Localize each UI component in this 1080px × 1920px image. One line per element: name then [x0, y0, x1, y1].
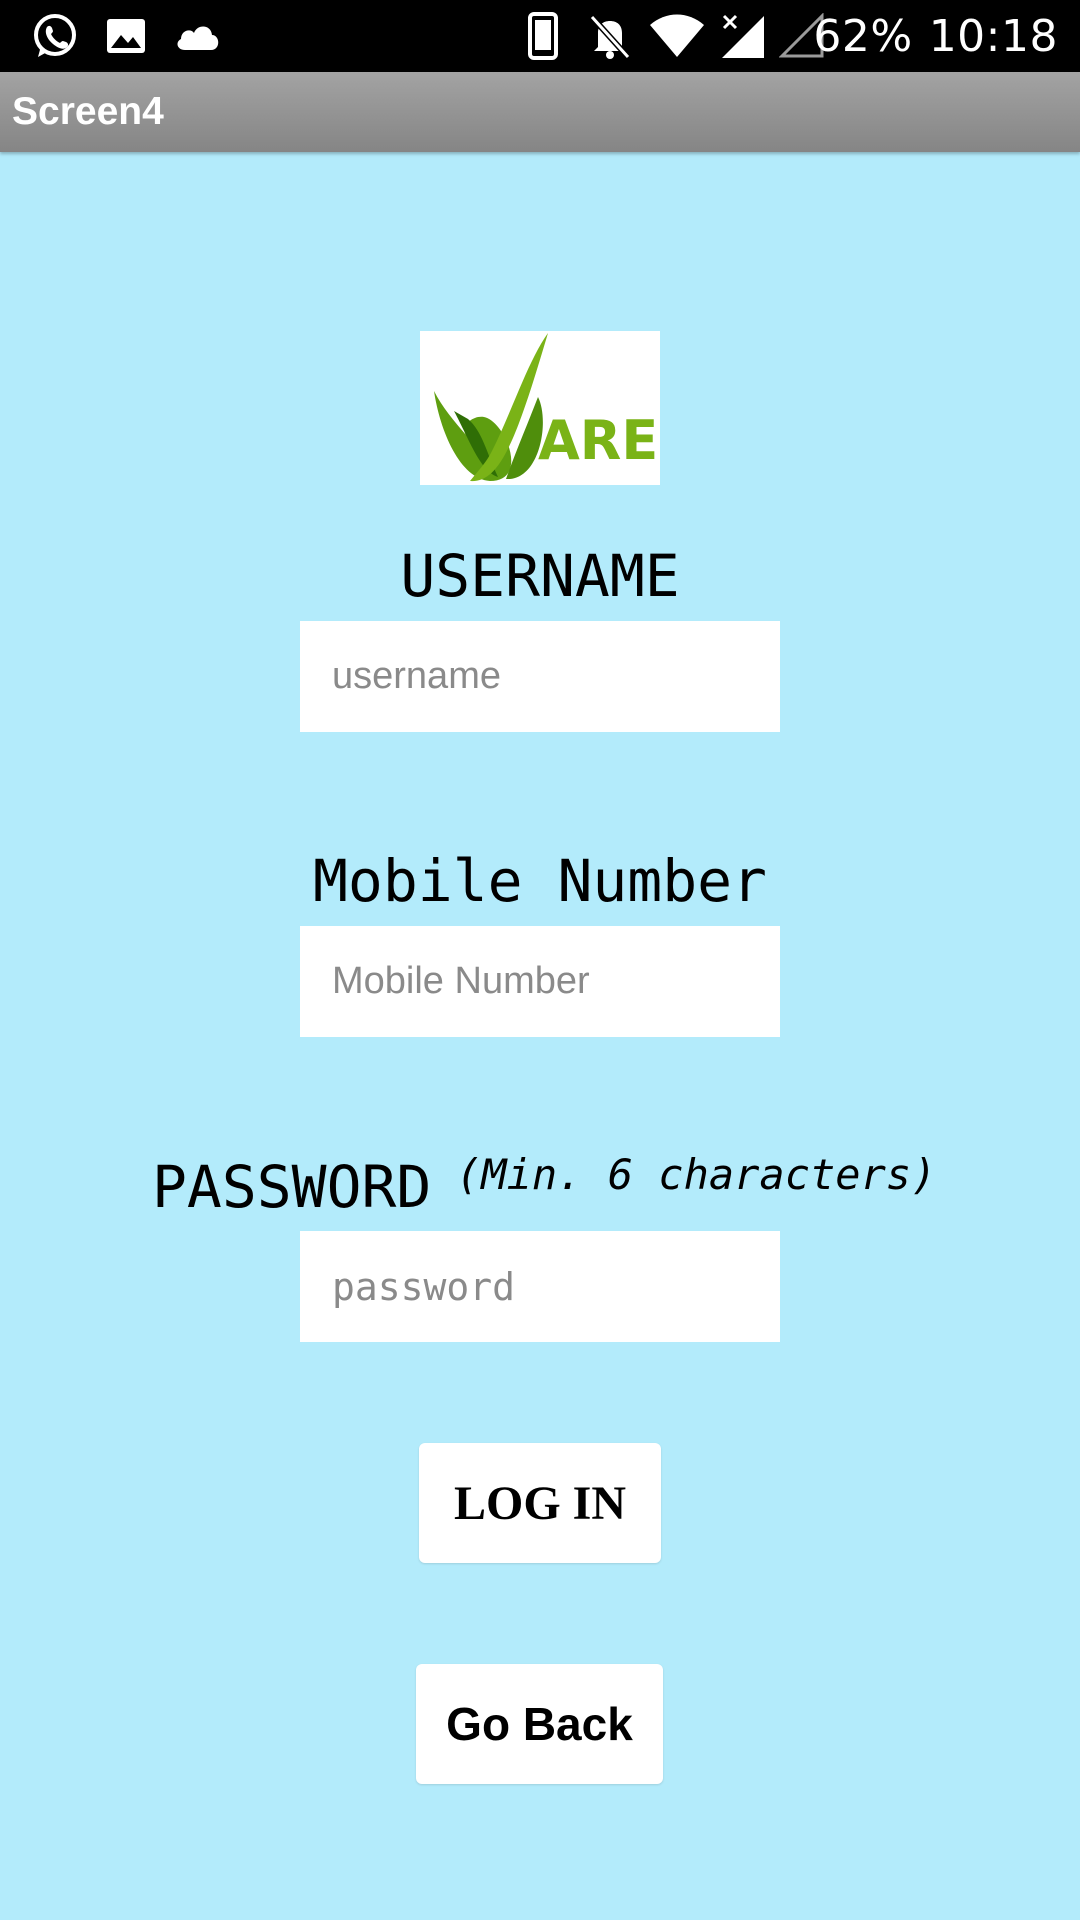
username-input[interactable] [300, 621, 780, 732]
phone-icon [526, 10, 560, 62]
logo-text: ARE [538, 409, 658, 472]
title-bar: Screen4 [0, 72, 1080, 152]
login-button[interactable]: LOG IN [419, 1443, 661, 1563]
mobile-number-input[interactable] [300, 926, 780, 1037]
go-back-button[interactable]: Go Back [416, 1664, 663, 1784]
battery-percent: 62% [813, 10, 913, 62]
bell-off-icon [588, 10, 632, 62]
username-label: USERNAME [400, 542, 680, 610]
password-label: PASSWORD [152, 1153, 432, 1221]
screen-title: Screen4 [12, 90, 164, 133]
wifi-icon [648, 10, 706, 62]
whatsapp-icon [28, 10, 82, 62]
clock: 10:18 [928, 10, 1058, 62]
password-input[interactable] [300, 1231, 780, 1342]
password-hint: (Min. 6 characters) [456, 1150, 937, 1199]
cloud-icon [172, 10, 224, 62]
status-text: 62% 10:18 [813, 0, 1058, 72]
status-bar: 62% 10:18 [0, 0, 1080, 72]
gallery-icon [104, 10, 148, 62]
app-logo: ARE [420, 331, 660, 485]
signal-icon [716, 10, 770, 62]
password-label-row: PASSWORD (Min. 6 characters) [0, 1150, 1080, 1230]
mobile-number-label: Mobile Number [313, 847, 767, 915]
